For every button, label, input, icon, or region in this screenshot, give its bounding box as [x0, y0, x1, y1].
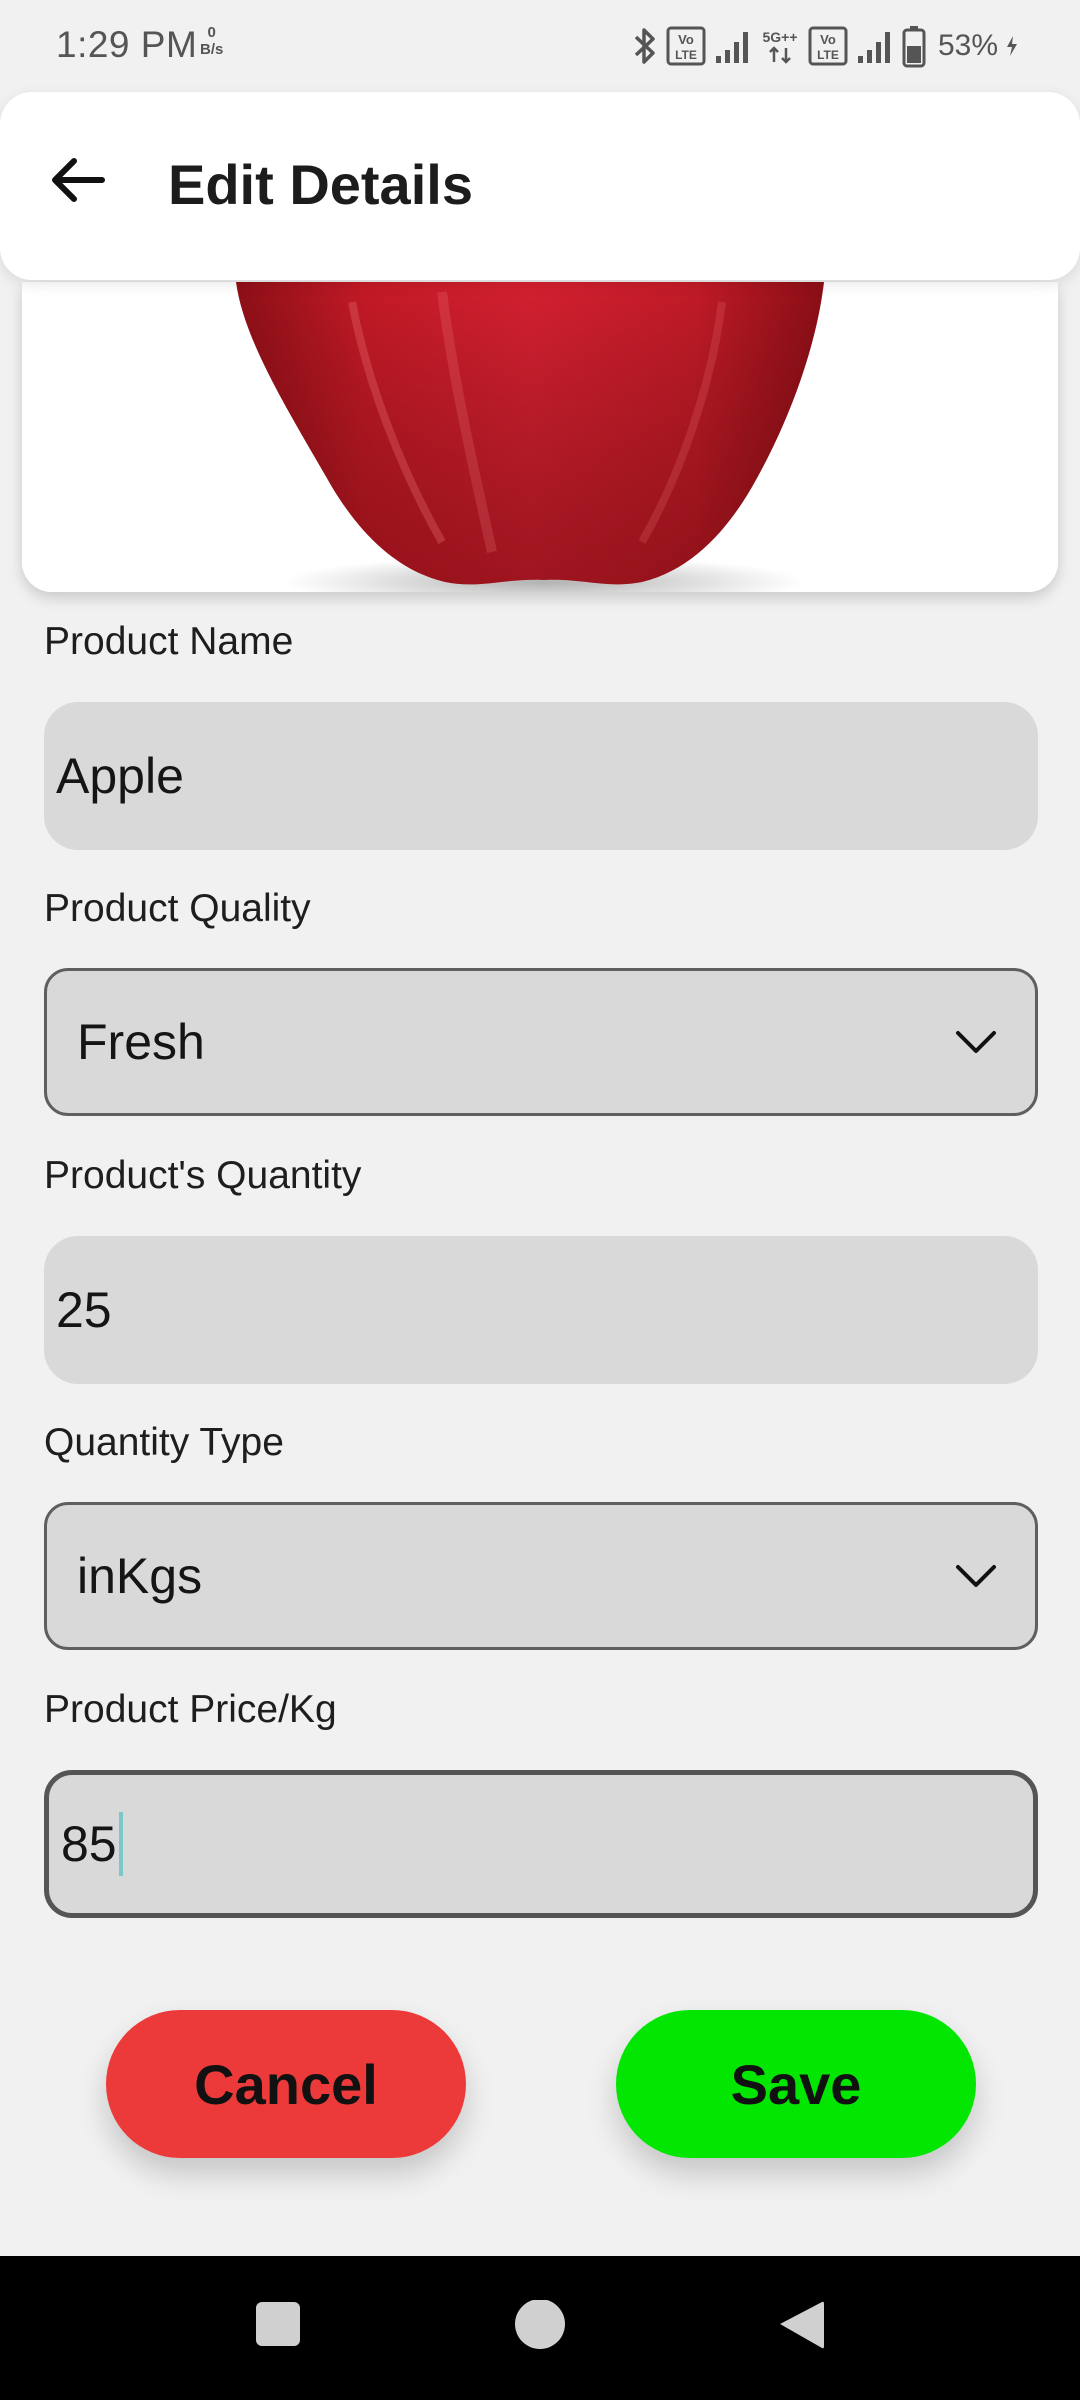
product-name-label: Product Name: [44, 620, 294, 663]
product-quality-value: Fresh: [77, 1014, 205, 1070]
product-name-value: Apple: [56, 748, 184, 804]
text-cursor: [118, 1812, 123, 1876]
product-quantity-input[interactable]: 25: [44, 1236, 1038, 1384]
battery-percent: 53%: [937, 29, 998, 62]
svg-text:5G++: 5G++: [762, 29, 797, 45]
quantity-type-value: inKgs: [77, 1548, 203, 1604]
product-quality-label: Product Quality: [44, 887, 311, 930]
product-price-label: Product Price/Kg: [44, 1688, 337, 1731]
svg-text:LTE: LTE: [675, 48, 697, 62]
product-image: [22, 282, 1058, 592]
product-name-input[interactable]: Apple: [44, 702, 1038, 850]
bluetooth-icon: [634, 28, 655, 64]
chevron-down-icon: [956, 1031, 996, 1053]
product-quality-dropdown[interactable]: Fresh: [44, 968, 1038, 1116]
recents-square-icon[interactable]: [254, 2300, 302, 2348]
network-speed-unit: B/s: [200, 41, 224, 58]
5g-icon: 5G++: [762, 29, 797, 64]
back-triangle-icon[interactable]: [776, 2300, 826, 2352]
product-price-value: 85: [61, 1816, 117, 1872]
page-title: Edit Details: [168, 153, 473, 216]
quantity-type-label: Quantity Type: [44, 1421, 284, 1464]
product-quantity-label: Product's Quantity: [44, 1154, 362, 1197]
signal-icon: [857, 32, 890, 63]
save-button[interactable]: Save: [616, 2010, 976, 2158]
arrow-left-icon: [52, 158, 105, 202]
status-bar: 1:29 PM 0 B/s Vo LTE 5G++ Vo LTE 53%: [0, 0, 1080, 92]
svg-text:Vo: Vo: [678, 32, 694, 47]
charging-icon: [1007, 36, 1017, 56]
system-nav-bar: [0, 2256, 1080, 2400]
svg-text:Vo: Vo: [820, 32, 836, 47]
volte-icon: Vo LTE: [666, 26, 706, 66]
home-circle-icon[interactable]: [514, 2300, 566, 2352]
volte-icon: Vo LTE: [808, 26, 848, 66]
network-speed-value: 0: [207, 24, 216, 41]
cancel-button[interactable]: Cancel: [106, 2010, 466, 2158]
product-quantity-value: 25: [56, 1282, 112, 1338]
status-time: 1:29 PM: [56, 24, 198, 65]
apple-image: [22, 282, 1058, 592]
back-button[interactable]: [36, 138, 120, 222]
app-bar: Edit Details: [0, 92, 1080, 280]
status-icons: Vo LTE 5G++ Vo LTE 53%: [632, 24, 1018, 68]
network-speed: 0 B/s: [200, 24, 223, 58]
product-price-input[interactable]: 85: [44, 1770, 1038, 1918]
signal-icon: [715, 32, 748, 63]
svg-text:LTE: LTE: [817, 48, 839, 62]
quantity-type-dropdown[interactable]: inKgs: [44, 1502, 1038, 1650]
battery-icon: [902, 26, 926, 68]
chevron-down-icon: [956, 1565, 996, 1587]
